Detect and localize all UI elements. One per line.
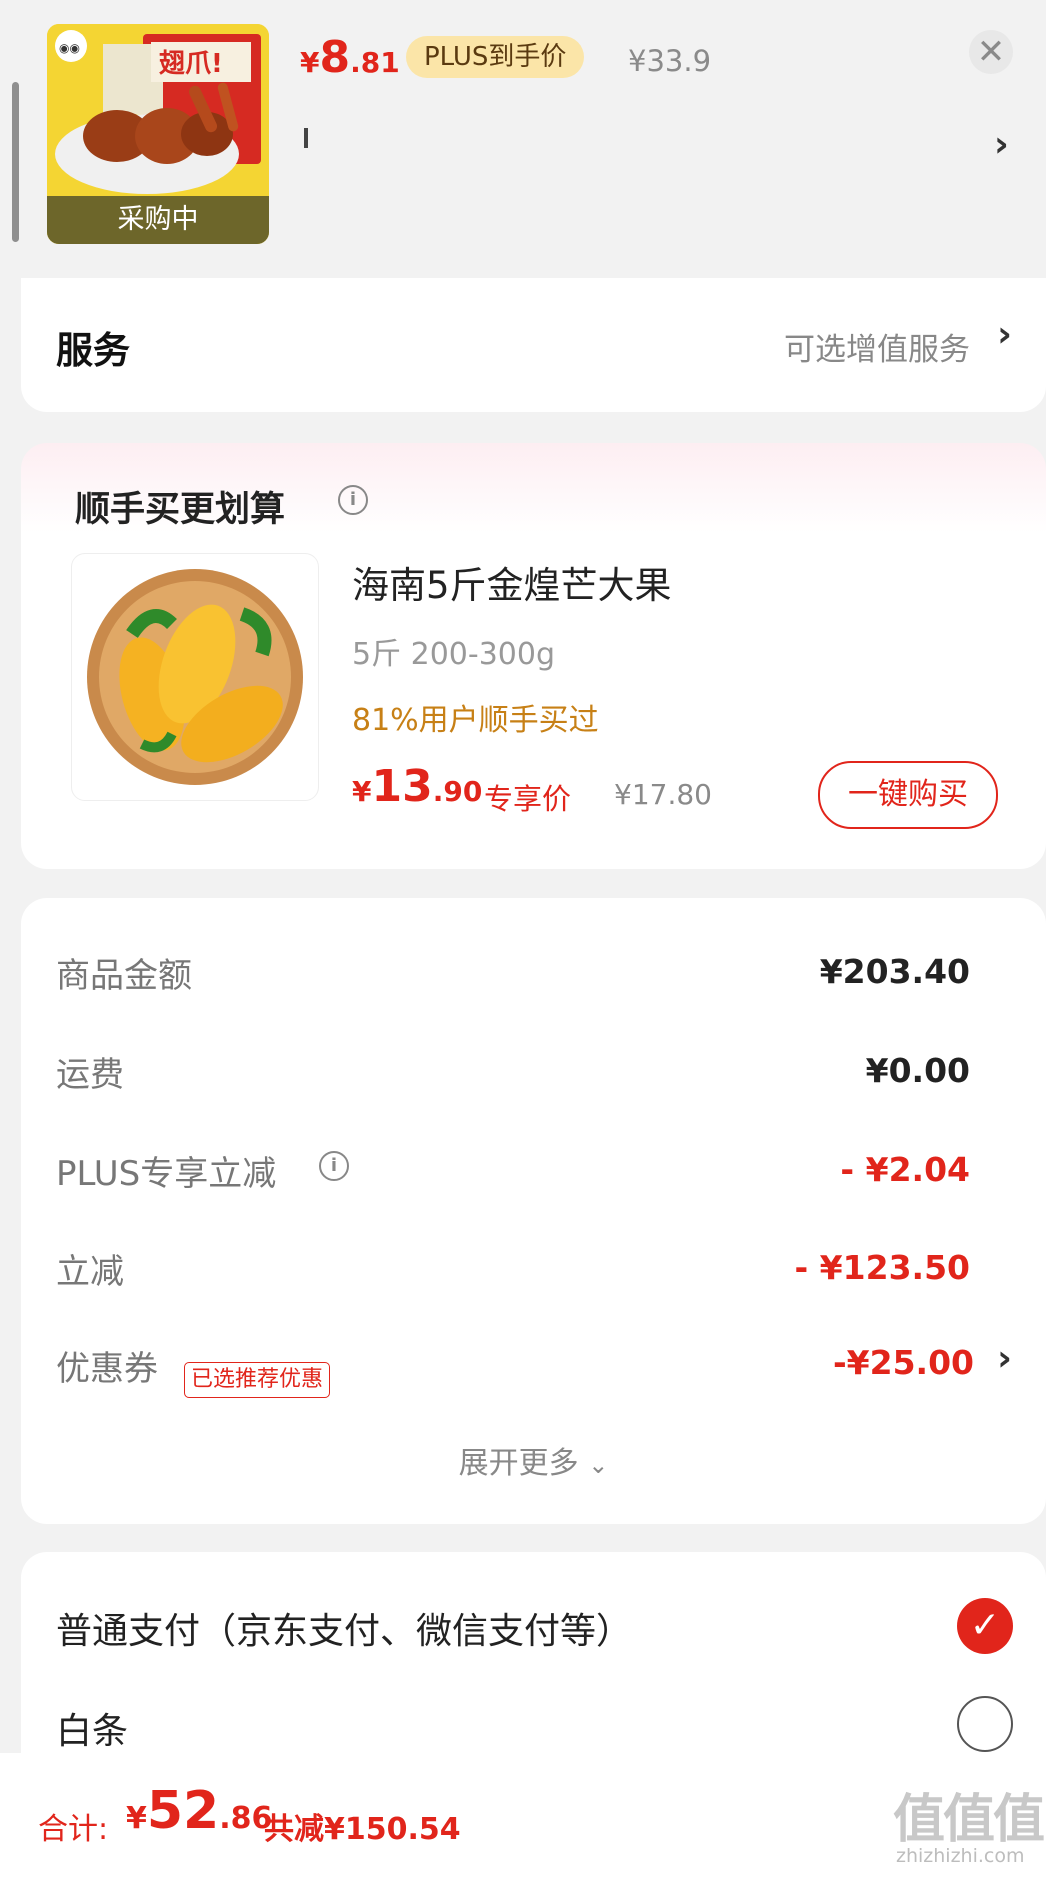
svg-text:◉◉: ◉◉ (59, 41, 80, 55)
chevron-right-icon: › (997, 314, 1012, 355)
addon-original-price: ¥17.80 (614, 778, 712, 811)
service-title: 服务 (56, 329, 130, 372)
close-icon: ✕ (976, 32, 1006, 72)
coupon-tag: 已选推荐优惠 (184, 1362, 331, 1398)
service-card[interactable]: 服务 可选增值服务 › (21, 278, 1046, 412)
plus-price-badge: PLUS到手价 (406, 36, 585, 78)
scroll-indicator[interactable] (12, 82, 19, 242)
svg-text:翅爪!: 翅爪! (159, 49, 223, 79)
payment-option-standard[interactable]: 普通支付（京东支付、微信支付等） (56, 1602, 632, 1654)
info-icon[interactable]: i (319, 1151, 349, 1181)
addon-product-image[interactable] (71, 553, 319, 801)
addon-product-name[interactable]: 海南5斤金煌芒大果 (352, 555, 672, 609)
order-summary-card: 商品金额 ¥203.40 运费 ¥0.00 PLUS专享立减 i - ¥2.04… (21, 898, 1046, 1524)
product-thumbnail[interactable]: 翅爪! ◉◉ 采购中 (47, 24, 269, 244)
chevron-down-icon: ⌄ (588, 1451, 609, 1479)
text-cursor (304, 128, 308, 148)
product-original-price: ¥33.9 (628, 44, 712, 78)
addon-social-proof: 81%用户顺手买过 (352, 703, 599, 738)
product-price: ¥8.81 (300, 32, 400, 83)
addon-price: ¥13.90 (352, 761, 483, 812)
total-saving: 共减¥150.54 (264, 1812, 461, 1847)
summary-row-value: - ¥2.04 (840, 1150, 970, 1189)
summary-row-value: ¥203.40 (819, 952, 970, 991)
addon-deal-title: 顺手买更划算 (75, 490, 286, 530)
chevron-right-icon[interactable]: › (997, 1338, 1012, 1379)
total-price: ¥52.86 (126, 1781, 273, 1841)
watermark-url: zhizhizhi.com (896, 1845, 1025, 1867)
summary-row-value: - ¥123.50 (794, 1248, 971, 1287)
watermark-logo: 值值值 (893, 1790, 1045, 1850)
total-label: 合计: (38, 1812, 109, 1847)
summary-row-value: ¥0.00 (865, 1051, 970, 1090)
coupon-row-label[interactable]: 优惠券 (56, 1341, 158, 1390)
checkout-footer: 合计: ¥52.86 共减¥150.54 值值值 zhizhizhi.com (0, 1753, 1046, 1887)
summary-row-label: 运费 (56, 1055, 124, 1095)
radio-checked-icon[interactable]: ✓ (957, 1598, 1013, 1654)
summary-row-label: PLUS专享立减 (56, 1154, 277, 1194)
addon-product-spec: 5斤 200-300g (352, 637, 556, 672)
expand-more-label: 展开更多 (458, 1446, 579, 1481)
mango-image (87, 569, 303, 785)
one-click-buy-button[interactable]: 一键购买 (818, 761, 998, 829)
addon-price-tag: 专享价 (484, 782, 572, 816)
coupon-value[interactable]: -¥25.00 (833, 1343, 974, 1382)
summary-row-label: 商品金额 (56, 956, 192, 996)
summary-row-label: 立减 (56, 1252, 124, 1292)
service-option-label: 可选增值服务 (784, 332, 970, 368)
expand-more-button[interactable]: 展开更多 ⌄ (21, 1438, 1046, 1482)
purchase-status: 采购中 (47, 196, 269, 244)
radio-unchecked-icon[interactable] (957, 1696, 1013, 1752)
chevron-right-icon[interactable]: › (994, 124, 1009, 165)
payment-option-baitiao[interactable]: 白条 (56, 1702, 128, 1754)
addon-deal-card: 顺手买更划算 i 海南5斤金煌芒大果 5斤 200-300g 81%用户顺手买过… (21, 443, 1046, 869)
close-button[interactable]: ✕ (969, 30, 1013, 74)
info-icon[interactable]: i (338, 485, 368, 515)
